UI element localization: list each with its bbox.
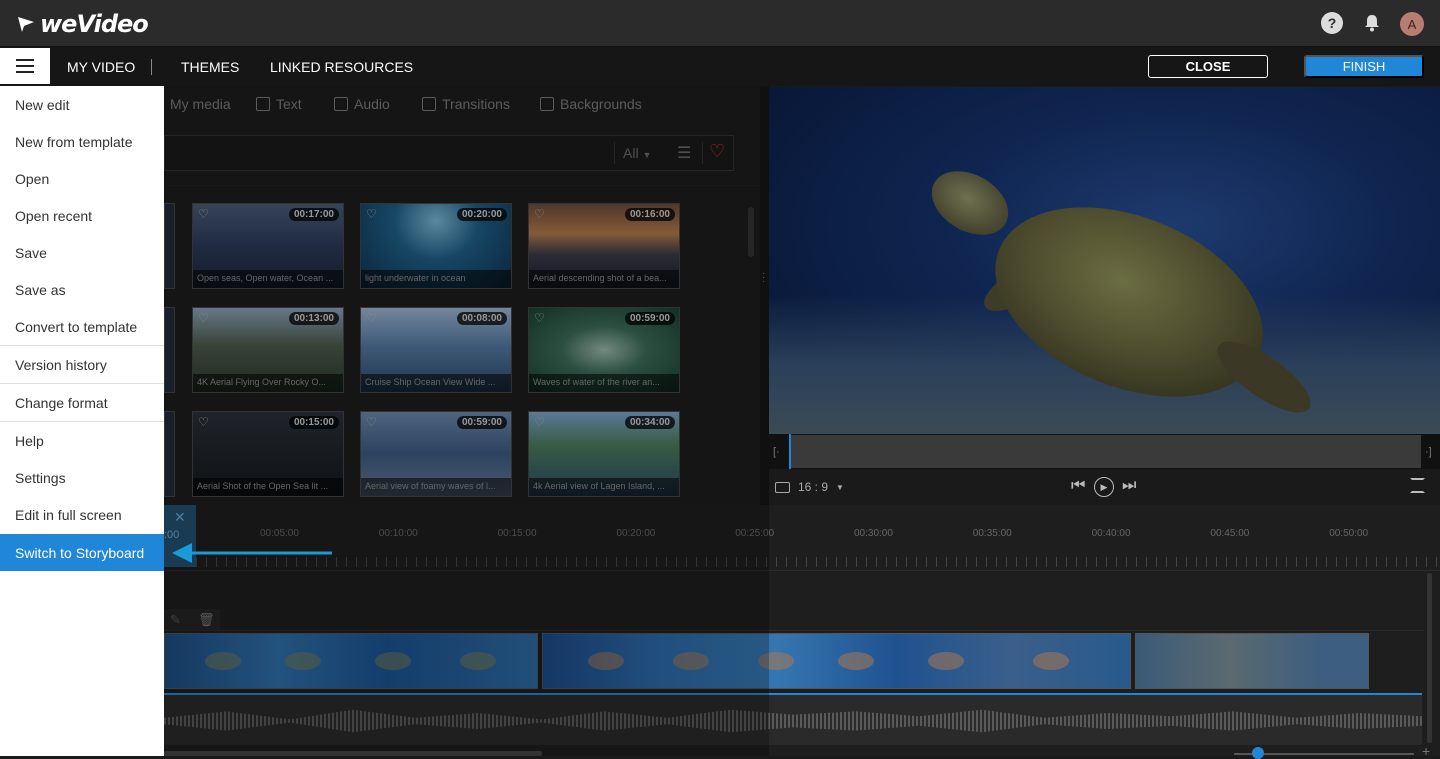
scrub-track[interactable] [789,435,1421,468]
wevideo-logo[interactable]: weVideo [16,10,149,38]
ruler-tick-label: 00:45:00 [1210,528,1250,539]
menu-item-version-history[interactable]: Version history [0,346,164,383]
nav-divider [151,59,152,75]
menu-item-switch-to-storyboard[interactable]: Switch to Storyboard [0,534,164,571]
logo-text: weVideo [40,10,149,38]
ruler-tick-label: 00:40:00 [1091,528,1131,539]
menu-item-edit-in-full-screen[interactable]: Edit in full screen [0,496,164,533]
menu-item-open-recent[interactable]: Open recent [0,197,164,234]
menu-item-help[interactable]: Help [0,422,164,459]
top-header: weVideo ? A [0,0,1440,47]
fullscreen-icon[interactable] [1410,478,1425,493]
clip-frame [1033,652,1069,670]
menu-item-save-as[interactable]: Save as [0,271,164,308]
trim-start-icon[interactable]: [· [773,446,780,458]
video-preview[interactable] [769,87,1440,434]
video-clip[interactable] [1135,633,1369,689]
ruler-tick-label: 00:50:00 [1329,528,1369,539]
annotation-arrow-icon [172,543,332,563]
aspect-ratio-select[interactable]: 16 : 9 ▼ [775,480,844,494]
close-button[interactable]: CLOSE [1148,55,1268,78]
logo-play-icon [18,17,34,32]
ruler-tick-label: 00:30:00 [854,528,893,539]
clip-frame [838,652,874,670]
zoom-in-icon[interactable]: + [1422,743,1430,759]
trim-end-icon[interactable]: ·] [1425,446,1432,458]
menu-backdrop[interactable] [164,86,769,756]
preview-scrub-bar[interactable]: [· ·] [769,434,1440,469]
menu-item-save[interactable]: Save [0,234,164,271]
menu-item-new-edit[interactable]: New edit [0,86,164,123]
aspect-ratio-icon [775,481,790,493]
file-menu: New edit New from template Open Open recent… [0,86,164,756]
menu-item-convert-to-template[interactable]: Convert to template [0,308,164,345]
clip-frame [928,652,964,670]
menu-item-new-from-template[interactable]: New from template [0,123,164,160]
preview-controls: 16 : 9 ▼ ⏮ ▶ ⏭ [769,469,1440,505]
ruler-tick-label: 00:35:00 [972,528,1012,539]
avatar[interactable]: A [1400,12,1424,36]
scrub-playhead[interactable] [789,434,791,469]
hamburger-menu-icon[interactable] [0,48,50,84]
play-icon[interactable]: ▶ [1094,477,1114,497]
finish-button[interactable]: FINISH [1304,55,1424,78]
skip-forward-icon[interactable]: ⏭ [1122,477,1136,495]
menu-item-open[interactable]: Open [0,160,164,197]
nav-my-video[interactable]: MY VIDEO [67,59,135,75]
zoom-slider-knob[interactable] [1252,747,1264,759]
bell-icon[interactable] [1361,12,1383,34]
nav-themes[interactable]: THEMES [181,59,239,75]
chevron-down-icon: ▼ [836,482,844,492]
turtle-head [920,158,1020,248]
skip-back-icon[interactable]: ⏮ [1071,477,1085,495]
menu-item-change-format[interactable]: Change format [0,384,164,421]
nav-linked-resources[interactable]: LINKED RESOURCES [270,59,413,75]
menu-item-settings[interactable]: Settings [0,459,164,496]
timeline-scrollbar-vertical[interactable] [1427,573,1432,743]
editor-nav-bar: MY VIDEO THEMES LINKED RESOURCES CLOSE F… [0,47,1440,86]
help-icon[interactable]: ? [1321,12,1343,34]
